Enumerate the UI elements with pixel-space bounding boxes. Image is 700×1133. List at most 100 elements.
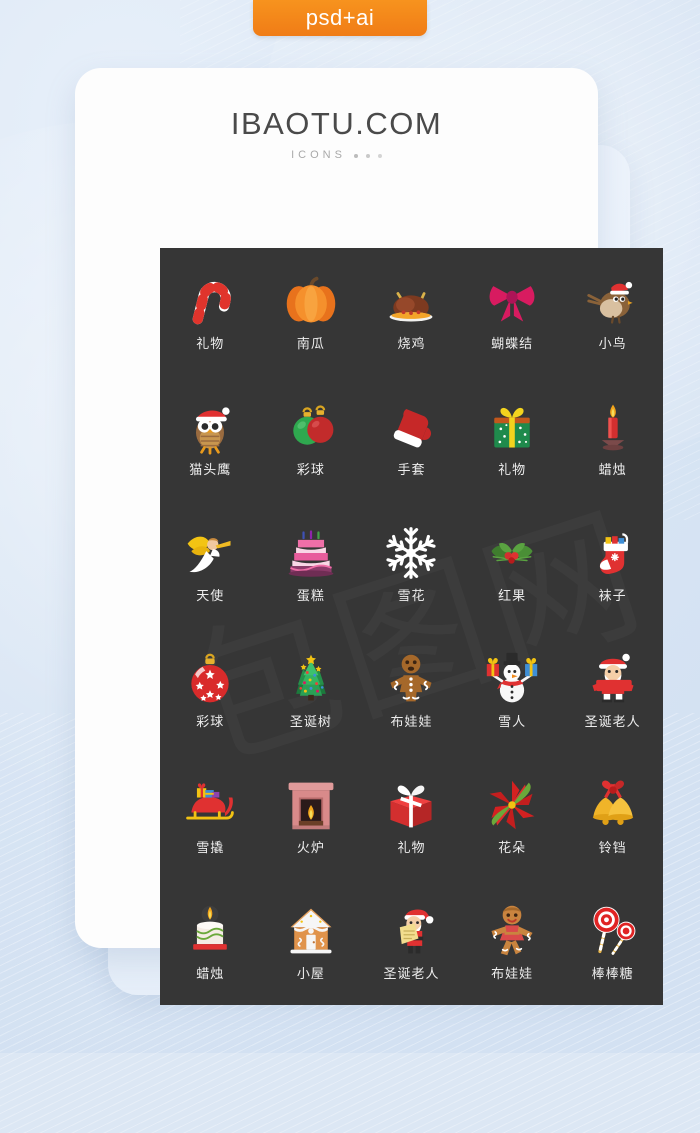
icon-cell[interactable]: 南瓜 (261, 248, 362, 374)
icon-cell[interactable]: 袜子 (562, 500, 663, 626)
fireplace-icon[interactable] (282, 776, 340, 834)
icon-label: 蝴蝶结 (491, 336, 534, 352)
icon-label: 蜡烛 (196, 967, 225, 983)
dot-indicator-3 (377, 153, 382, 158)
icon-label: 猫头鹰 (189, 462, 232, 478)
icon-label: 圣诞老人 (383, 967, 440, 983)
icon-cell[interactable]: 圣诞老人 (562, 626, 663, 752)
icon-cell[interactable]: 小屋 (261, 879, 362, 1005)
star-bauble-icon[interactable] (181, 650, 239, 708)
icon-cell[interactable]: 礼物 (160, 248, 261, 374)
owl-icon[interactable] (181, 398, 239, 456)
dot-indicator-1 (353, 153, 358, 158)
icon-label: 铃铛 (598, 841, 627, 857)
icon-cell[interactable]: 雪撬 (160, 753, 261, 879)
icon-cell[interactable]: 天使 (160, 500, 261, 626)
icon-label: 礼物 (397, 841, 426, 857)
icon-label: 布娃娃 (390, 715, 433, 731)
lollipop-icon[interactable] (584, 902, 642, 960)
santa-claus-icon[interactable] (584, 650, 642, 708)
icon-label: 礼物 (196, 336, 225, 352)
icon-cell[interactable]: 烧鸡 (361, 248, 462, 374)
icon-label: 火炉 (296, 841, 325, 857)
page-title: IBAOTU.COM (230, 106, 443, 141)
cake-icon[interactable] (282, 524, 340, 582)
icon-cell[interactable]: 蜡烛 (160, 879, 261, 1005)
icon-cell[interactable]: 手套 (361, 374, 462, 500)
icon-cell[interactable]: 红果 (462, 500, 563, 626)
icon-label: 雪花 (397, 588, 426, 604)
dot-indicator-2 (365, 153, 370, 158)
icon-cell[interactable]: 雪人 (462, 626, 563, 752)
icon-showcase-panel: 包图网 礼物 南瓜 烧鸡 蝴蝶结 小鸟 猫头鹰 彩球 手套 礼物 蜡烛 (160, 248, 663, 1005)
icon-label: 蛋糕 (296, 588, 325, 604)
santa-list-icon[interactable] (382, 902, 440, 960)
christmas-tree-icon[interactable] (282, 650, 340, 708)
icon-label: 红果 (498, 588, 527, 604)
sleigh-icon[interactable] (181, 776, 239, 834)
snowflake-icon[interactable] (382, 524, 440, 582)
icon-label: 烧鸡 (397, 336, 426, 352)
icon-cell[interactable]: 猫头鹰 (160, 374, 261, 500)
holly-berry-icon[interactable] (483, 524, 541, 582)
icon-label: 蜡烛 (598, 462, 627, 478)
icon-cell[interactable]: 布娃娃 (361, 626, 462, 752)
icon-label: 小屋 (296, 967, 325, 983)
icon-cell[interactable]: 蝴蝶结 (462, 248, 563, 374)
baubles-icon[interactable] (282, 398, 340, 456)
icon-cell[interactable]: 小鸟 (562, 248, 663, 374)
icon-cell[interactable]: 火炉 (261, 753, 362, 879)
icon-cell[interactable]: 彩球 (261, 374, 362, 500)
snowman-icon[interactable] (483, 650, 541, 708)
icon-cell[interactable]: 花朵 (462, 753, 563, 879)
icon-cell[interactable]: 棒棒糖 (562, 879, 663, 1005)
icon-cell[interactable]: 彩球 (160, 626, 261, 752)
candy-cane-icon[interactable] (181, 272, 239, 330)
bow-ribbon-icon[interactable] (483, 272, 541, 330)
poinsettia-flower-icon[interactable] (483, 776, 541, 834)
icon-cell[interactable]: 圣诞树 (261, 626, 362, 752)
icon-cell[interactable]: 布娃娃 (462, 879, 563, 1005)
icon-label: 雪人 (498, 715, 527, 731)
icon-label: 圣诞树 (289, 715, 332, 731)
psd-ai-badge: psd+ai (253, 0, 427, 36)
icon-label: 彩球 (196, 715, 225, 731)
icon-cell[interactable]: 蜡烛 (562, 374, 663, 500)
icon-cell[interactable]: 礼物 (462, 374, 563, 500)
icon-grid: 礼物 南瓜 烧鸡 蝴蝶结 小鸟 猫头鹰 彩球 手套 礼物 蜡烛 天使 蛋糕 雪花… (160, 248, 663, 1005)
psd-ai-badge-label: psd+ai (305, 5, 375, 30)
icon-label: 小鸟 (598, 336, 627, 352)
gingerbread-house-icon[interactable] (282, 902, 340, 960)
icon-cell[interactable]: 礼物 (361, 753, 462, 879)
icon-cell[interactable]: 圣诞老人 (361, 879, 462, 1005)
preview-card: IBAOTU.COM ICONS 包图网 礼物 南瓜 烧鸡 蝴蝶结 小鸟 猫头鹰… (75, 68, 663, 1005)
candle-icon[interactable] (584, 398, 642, 456)
icon-label: 彩球 (296, 462, 325, 478)
red-gift-icon[interactable] (382, 776, 440, 834)
icon-label: 手套 (397, 462, 426, 478)
icon-label: 袜子 (598, 588, 627, 604)
bird-icon[interactable] (584, 272, 642, 330)
roast-chicken-icon[interactable] (382, 272, 440, 330)
gingerbread-girl-icon[interactable] (483, 902, 541, 960)
card-header: IBAOTU.COM ICONS (75, 108, 598, 161)
icon-cell[interactable]: 雪花 (361, 500, 462, 626)
pillar-candle-icon[interactable] (181, 902, 239, 960)
icon-cell[interactable]: 蛋糕 (261, 500, 362, 626)
icon-cell[interactable]: 铃铛 (562, 753, 663, 879)
icon-label: 雪撬 (196, 841, 225, 857)
page-subtitle: ICONS (291, 149, 346, 161)
bells-icon[interactable] (584, 776, 642, 834)
green-gift-icon[interactable] (483, 398, 541, 456)
pumpkin-icon[interactable] (282, 272, 340, 330)
icon-label: 布娃娃 (491, 967, 534, 983)
angel-icon[interactable] (181, 524, 239, 582)
icon-label: 花朵 (498, 841, 527, 857)
mitten-glove-icon[interactable] (382, 398, 440, 456)
icon-label: 天使 (196, 588, 225, 604)
gingerbread-man-icon[interactable] (382, 650, 440, 708)
icon-label: 圣诞老人 (584, 715, 641, 731)
stocking-icon[interactable] (584, 524, 642, 582)
icon-label: 礼物 (498, 462, 527, 478)
subtitle-row: ICONS (75, 150, 598, 161)
